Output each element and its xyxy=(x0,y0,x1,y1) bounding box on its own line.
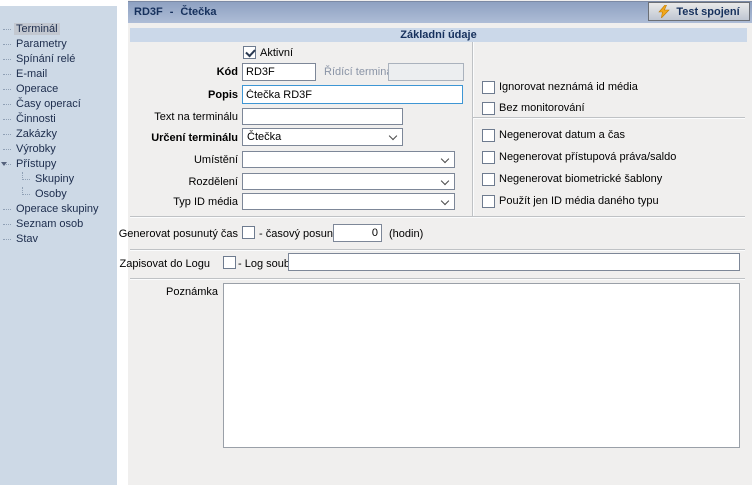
separator xyxy=(130,249,745,251)
urceni-terminalu-select[interactable]: Čtečka xyxy=(242,128,403,146)
flags-divider xyxy=(473,117,745,119)
sidebar-item-skupiny[interactable]: Skupiny xyxy=(0,172,117,187)
sidebar-item-spinani-rele[interactable]: Spínání relé xyxy=(0,52,117,67)
test-connection-label: Test spojení xyxy=(676,6,739,18)
record-code: RD3F xyxy=(134,6,163,18)
main-panel: RD3F-Čtečka Test spojení Základní údaje … xyxy=(128,0,752,485)
ridici-terminal-label: Řídící terminál xyxy=(324,66,395,79)
sidebar-item-osoby[interactable]: Osoby xyxy=(0,187,117,202)
kod-label: Kód xyxy=(217,66,238,79)
log-checkbox[interactable] xyxy=(223,256,236,269)
log-soubor-input[interactable] xyxy=(288,253,740,271)
negenerovat-prava-checkbox[interactable] xyxy=(482,151,495,164)
sidebar-item-parametry[interactable]: Parametry xyxy=(0,37,117,52)
aktivni-checkbox[interactable] xyxy=(243,46,256,59)
poznamka-label: Poznámka xyxy=(166,286,218,299)
negenerovat-biometricke-checkbox[interactable] xyxy=(482,173,495,186)
separator xyxy=(130,216,745,218)
sidebar-item-seznam-osob[interactable]: Seznam osob xyxy=(0,217,117,232)
negenerovat-biometricke-label: Negenerovat biometrické šablony xyxy=(499,173,662,186)
posun-sub-label: - časový posun xyxy=(259,228,333,241)
section-title: Základní údaje xyxy=(400,29,476,41)
ridici-terminal-input xyxy=(388,63,464,81)
negenerovat-datum-label: Negenerovat datum a čas xyxy=(499,129,625,142)
urceni-terminalu-label: Určení terminálu xyxy=(151,132,238,145)
bez-monitorovani-checkbox[interactable] xyxy=(482,102,495,115)
chevron-down-icon xyxy=(441,176,449,184)
umisteni-select[interactable] xyxy=(242,151,455,168)
chevron-down-icon xyxy=(441,196,449,204)
negenerovat-prava-label: Negenerovat přístupová práva/saldo xyxy=(499,151,676,164)
log-label: Zapisovat do Logu xyxy=(119,258,210,271)
chevron-down-icon xyxy=(441,154,449,162)
sidebar-item-operace[interactable]: Operace xyxy=(0,82,117,97)
text-na-terminalu-input[interactable] xyxy=(242,108,403,125)
tree-expand-icon xyxy=(1,162,7,166)
sidebar-item-casy-operaci[interactable]: Časy operací xyxy=(0,97,117,112)
sidebar-item-e-mail[interactable]: E-mail xyxy=(0,67,117,82)
popis-input[interactable] xyxy=(242,85,463,104)
sidebar-item-operace-skupiny[interactable]: Operace skupiny xyxy=(0,202,117,217)
urceni-terminalu-value: Čtečka xyxy=(247,130,281,144)
sidebar-item-cinnosti[interactable]: Činnosti xyxy=(0,112,117,127)
check-icon xyxy=(245,47,256,58)
kod-input[interactable] xyxy=(242,63,316,81)
negenerovat-datum-checkbox[interactable] xyxy=(482,129,495,142)
posun-unit-label: (hodin) xyxy=(389,228,423,241)
page-title: Čtečka xyxy=(180,6,216,18)
sidebar-item-vyrobky[interactable]: Výrobky xyxy=(0,142,117,157)
rozdeleni-label: Rozdělení xyxy=(188,176,238,189)
sidebar-item-terminal[interactable]: Terminál xyxy=(0,22,117,37)
separator xyxy=(130,278,745,280)
app-window: Terminál Parametry Spínání relé E-mail O… xyxy=(0,0,752,485)
lightning-icon xyxy=(658,5,670,18)
poznamka-textarea[interactable] xyxy=(223,283,740,448)
umisteni-label: Umístění xyxy=(194,154,238,167)
typ-id-media-label: Typ ID média xyxy=(173,196,238,209)
test-connection-button[interactable]: Test spojení xyxy=(648,2,750,21)
ignorovat-neznama-id-checkbox[interactable] xyxy=(482,81,495,94)
posun-label: Generovat posunutý čas xyxy=(119,228,238,241)
pouzit-jen-id-label: Použít jen ID média daného typu xyxy=(499,195,659,208)
pouzit-jen-id-checkbox[interactable] xyxy=(482,195,495,208)
posun-checkbox[interactable] xyxy=(242,226,255,239)
sidebar-item-pristupy[interactable]: Přístupy xyxy=(0,157,117,172)
ignorovat-neznama-id-label: Ignorovat neznámá id média xyxy=(499,81,638,94)
section-header: Základní údaje xyxy=(130,28,747,42)
sidebar: Terminál Parametry Spínání relé E-mail O… xyxy=(0,6,117,485)
typ-id-media-select[interactable] xyxy=(242,193,455,210)
sidebar-item-stav[interactable]: Stav xyxy=(0,232,117,247)
column-divider xyxy=(472,42,474,216)
posun-input[interactable] xyxy=(333,224,382,242)
aktivni-label: Aktivní xyxy=(260,47,293,60)
chevron-down-icon xyxy=(389,132,397,140)
text-na-terminalu-label: Text na terminálu xyxy=(154,111,238,124)
bez-monitorovani-label: Bez monitorování xyxy=(499,102,585,115)
popis-label: Popis xyxy=(208,89,238,102)
rozdeleni-select[interactable] xyxy=(242,173,455,190)
sidebar-item-zakazky[interactable]: Zakázky xyxy=(0,127,117,142)
title-separator: - xyxy=(170,6,174,18)
